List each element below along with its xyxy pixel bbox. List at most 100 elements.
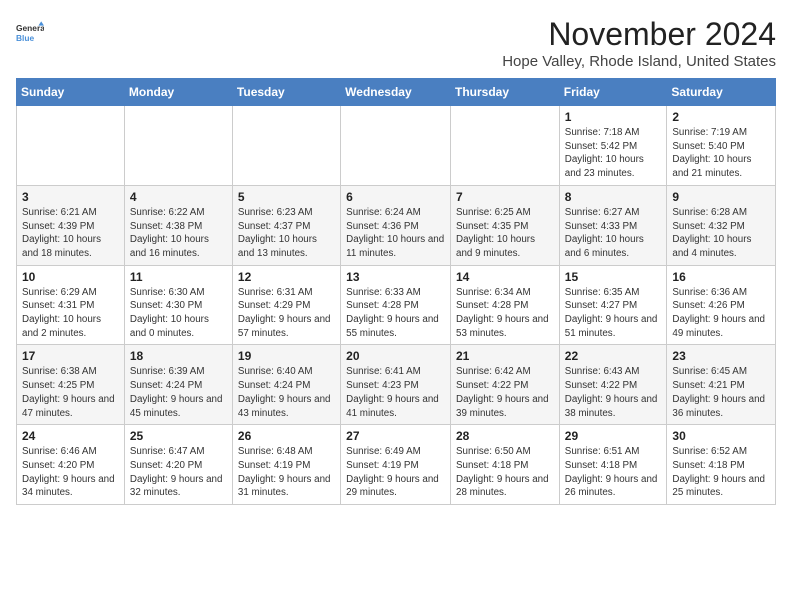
calendar-cell: 4 Sunrise: 6:22 AM Sunset: 4:38 PM Daylig… (124, 185, 232, 265)
calendar-cell: 17 Sunrise: 6:38 AM Sunset: 4:25 PM Dayli… (17, 345, 125, 425)
day-info: Sunrise: 6:48 AM Sunset: 4:19 PM Dayligh… (238, 445, 335, 500)
day-info: Sunrise: 6:51 AM Sunset: 4:18 PM Dayligh… (565, 445, 662, 500)
day-number: 5 (238, 190, 335, 204)
calendar-cell: 26 Sunrise: 6:48 AM Sunset: 4:19 PM Dayli… (232, 425, 340, 505)
calendar-cell: 14 Sunrise: 6:34 AM Sunset: 4:28 PM Dayli… (451, 265, 560, 345)
day-info: Sunrise: 6:24 AM Sunset: 4:36 PM Dayligh… (346, 206, 445, 261)
day-info: Sunrise: 6:42 AM Sunset: 4:22 PM Dayligh… (456, 365, 554, 420)
day-info: Sunrise: 7:19 AM Sunset: 5:40 PM Dayligh… (672, 126, 770, 181)
calendar-week-1: 1Sunrise: 7:18 AM Sunset: 5:42 PM Daylig… (17, 106, 776, 186)
day-number: 20 (346, 349, 445, 363)
day-number: 16 (672, 270, 770, 284)
day-info: Sunrise: 6:23 AM Sunset: 4:37 PM Dayligh… (238, 206, 335, 261)
day-number: 28 (456, 429, 554, 443)
calendar-cell (124, 106, 232, 186)
day-info: Sunrise: 6:25 AM Sunset: 4:35 PM Dayligh… (456, 206, 554, 261)
calendar-cell: 6 Sunrise: 6:24 AM Sunset: 4:36 PM Daylig… (341, 185, 451, 265)
logo: General Blue (16, 20, 44, 48)
calendar-table: SundayMondayTuesdayWednesdayThursdayFrid… (16, 78, 776, 505)
calendar-cell: 30Sunrise: 6:52 AM Sunset: 4:18 PM Dayli… (667, 425, 776, 505)
calendar-cell: 12Sunrise: 6:31 AM Sunset: 4:29 PM Dayli… (232, 265, 340, 345)
day-info: Sunrise: 6:46 AM Sunset: 4:20 PM Dayligh… (22, 445, 119, 500)
calendar-header-row: SundayMondayTuesdayWednesdayThursdayFrid… (17, 79, 776, 106)
day-number: 23 (672, 349, 770, 363)
weekday-header-tuesday: Tuesday (232, 79, 340, 106)
day-number: 17 (22, 349, 119, 363)
day-number: 25 (130, 429, 227, 443)
location-title: Hope Valley, Rhode Island, United States (502, 53, 776, 70)
weekday-header-friday: Friday (559, 79, 667, 106)
day-info: Sunrise: 6:27 AM Sunset: 4:33 PM Dayligh… (565, 206, 662, 261)
calendar-cell: 9 Sunrise: 6:28 AM Sunset: 4:32 PM Daylig… (667, 185, 776, 265)
day-number: 4 (130, 190, 227, 204)
weekday-header-saturday: Saturday (667, 79, 776, 106)
calendar-cell: 29 Sunrise: 6:51 AM Sunset: 4:18 PM Dayli… (559, 425, 667, 505)
calendar-cell: 13 Sunrise: 6:33 AM Sunset: 4:28 PM Dayli… (341, 265, 451, 345)
day-number: 13 (346, 270, 445, 284)
day-number: 21 (456, 349, 554, 363)
day-number: 3 (22, 190, 119, 204)
day-info: Sunrise: 6:50 AM Sunset: 4:18 PM Dayligh… (456, 445, 554, 500)
calendar-cell: 18 Sunrise: 6:39 AM Sunset: 4:24 PM Dayli… (124, 345, 232, 425)
title-area: November 2024 Hope Valley, Rhode Island,… (502, 16, 776, 70)
day-number: 14 (456, 270, 554, 284)
day-info: Sunrise: 6:45 AM Sunset: 4:21 PM Dayligh… (672, 365, 770, 420)
calendar-cell: 25 Sunrise: 6:47 AM Sunset: 4:20 PM Dayli… (124, 425, 232, 505)
calendar-cell: 5 Sunrise: 6:23 AM Sunset: 4:37 PM Daylig… (232, 185, 340, 265)
calendar-cell: 3Sunrise: 6:21 AM Sunset: 4:39 PM Daylig… (17, 185, 125, 265)
day-number: 6 (346, 190, 445, 204)
svg-text:Blue: Blue (16, 33, 34, 43)
day-info: Sunrise: 6:33 AM Sunset: 4:28 PM Dayligh… (346, 286, 445, 341)
calendar-cell: 27Sunrise: 6:49 AM Sunset: 4:19 PM Dayli… (341, 425, 451, 505)
day-number: 29 (565, 429, 662, 443)
day-info: Sunrise: 6:38 AM Sunset: 4:25 PM Dayligh… (22, 365, 119, 420)
calendar-cell: 11Sunrise: 6:30 AM Sunset: 4:30 PM Dayli… (124, 265, 232, 345)
day-number: 15 (565, 270, 662, 284)
day-info: Sunrise: 6:35 AM Sunset: 4:27 PM Dayligh… (565, 286, 662, 341)
day-info: Sunrise: 6:29 AM Sunset: 4:31 PM Dayligh… (22, 286, 119, 341)
day-info: Sunrise: 6:40 AM Sunset: 4:24 PM Dayligh… (238, 365, 335, 420)
calendar-cell: 19 Sunrise: 6:40 AM Sunset: 4:24 PM Dayli… (232, 345, 340, 425)
calendar-cell (232, 106, 340, 186)
day-info: Sunrise: 6:52 AM Sunset: 4:18 PM Dayligh… (672, 445, 770, 500)
day-number: 8 (565, 190, 662, 204)
calendar-week-4: 17 Sunrise: 6:38 AM Sunset: 4:25 PM Dayli… (17, 345, 776, 425)
day-info: Sunrise: 6:41 AM Sunset: 4:23 PM Dayligh… (346, 365, 445, 420)
calendar-cell: 8 Sunrise: 6:27 AM Sunset: 4:33 PM Daylig… (559, 185, 667, 265)
calendar-cell: 7Sunrise: 6:25 AM Sunset: 4:35 PM Daylig… (451, 185, 560, 265)
month-title: November 2024 (502, 16, 776, 53)
calendar-cell: 2 Sunrise: 7:19 AM Sunset: 5:40 PM Daylig… (667, 106, 776, 186)
calendar-cell: 22 Sunrise: 6:43 AM Sunset: 4:22 PM Dayli… (559, 345, 667, 425)
day-number: 26 (238, 429, 335, 443)
weekday-header-sunday: Sunday (17, 79, 125, 106)
calendar-body: 1Sunrise: 7:18 AM Sunset: 5:42 PM Daylig… (17, 106, 776, 505)
weekday-header-monday: Monday (124, 79, 232, 106)
logo-icon: General Blue (16, 20, 44, 48)
calendar-week-3: 10 Sunrise: 6:29 AM Sunset: 4:31 PM Dayli… (17, 265, 776, 345)
day-info: Sunrise: 6:39 AM Sunset: 4:24 PM Dayligh… (130, 365, 227, 420)
calendar-cell: 15 Sunrise: 6:35 AM Sunset: 4:27 PM Dayli… (559, 265, 667, 345)
day-number: 10 (22, 270, 119, 284)
calendar-cell (451, 106, 560, 186)
day-number: 19 (238, 349, 335, 363)
day-info: Sunrise: 6:22 AM Sunset: 4:38 PM Dayligh… (130, 206, 227, 261)
calendar-cell: 23 Sunrise: 6:45 AM Sunset: 4:21 PM Dayli… (667, 345, 776, 425)
day-number: 18 (130, 349, 227, 363)
day-info: Sunrise: 6:28 AM Sunset: 4:32 PM Dayligh… (672, 206, 770, 261)
calendar-cell: 24 Sunrise: 6:46 AM Sunset: 4:20 PM Dayli… (17, 425, 125, 505)
calendar-cell: 21 Sunrise: 6:42 AM Sunset: 4:22 PM Dayli… (451, 345, 560, 425)
day-number: 22 (565, 349, 662, 363)
day-number: 2 (672, 110, 770, 124)
day-number: 27 (346, 429, 445, 443)
calendar-cell: 28 Sunrise: 6:50 AM Sunset: 4:18 PM Dayli… (451, 425, 560, 505)
calendar-cell (17, 106, 125, 186)
day-number: 24 (22, 429, 119, 443)
day-info: Sunrise: 6:43 AM Sunset: 4:22 PM Dayligh… (565, 365, 662, 420)
day-number: 9 (672, 190, 770, 204)
calendar-cell: 1Sunrise: 7:18 AM Sunset: 5:42 PM Daylig… (559, 106, 667, 186)
day-info: Sunrise: 6:34 AM Sunset: 4:28 PM Dayligh… (456, 286, 554, 341)
calendar-cell: 20 Sunrise: 6:41 AM Sunset: 4:23 PM Dayli… (341, 345, 451, 425)
day-info: Sunrise: 6:47 AM Sunset: 4:20 PM Dayligh… (130, 445, 227, 500)
day-info: Sunrise: 6:31 AM Sunset: 4:29 PM Dayligh… (238, 286, 335, 341)
day-info: Sunrise: 6:30 AM Sunset: 4:30 PM Dayligh… (130, 286, 227, 341)
